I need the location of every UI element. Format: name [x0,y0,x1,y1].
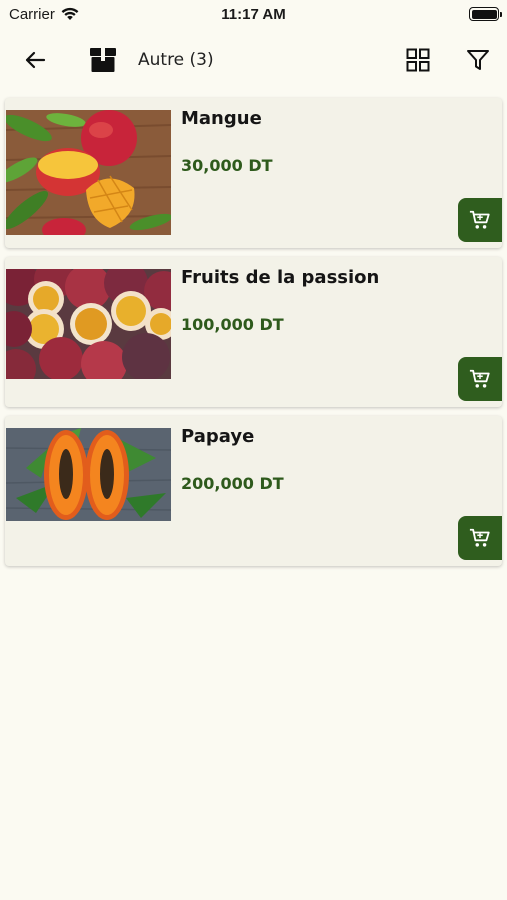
product-card[interactable]: Fruits de la passion 100,000 DT [5,257,502,407]
add-to-cart-button[interactable] [458,357,502,401]
toolbar: Autre (3) [0,36,507,84]
product-price: 200,000 DT [181,474,284,493]
filter-button[interactable] [465,47,491,73]
product-price: 30,000 DT [181,156,273,175]
wifi-icon [61,7,79,20]
battery-icon [469,7,502,21]
status-left: Carrier [9,6,79,23]
product-card[interactable]: Mangue 30,000 DT [5,98,502,248]
product-image-papaya [6,428,171,553]
status-bar: Carrier 11:17 AM [0,0,507,28]
filter-icon [467,50,489,70]
grid-view-button[interactable] [405,47,431,73]
cart-icon [469,210,490,229]
product-name: Mangue [181,108,262,129]
product-card[interactable]: Papaye 200,000 DT [5,416,502,566]
product-name: Papaye [181,426,255,447]
page-title: Autre (3) [138,50,214,70]
add-to-cart-button[interactable] [458,516,502,560]
product-name: Fruits de la passion [181,267,380,288]
product-price: 100,000 DT [181,315,284,334]
arrow-left-icon [25,51,46,69]
back-button[interactable] [20,46,50,74]
carrier-label: Carrier [9,5,55,23]
product-image-passion-fruit [6,269,171,394]
product-image-mango [6,110,171,235]
cart-icon [469,528,490,547]
add-to-cart-button[interactable] [458,198,502,242]
cart-icon [469,369,490,388]
product-list: Mangue 30,000 DT Fruits de la passion 10… [5,98,502,575]
grid-view-icon [406,48,430,72]
box-icon [90,46,116,72]
